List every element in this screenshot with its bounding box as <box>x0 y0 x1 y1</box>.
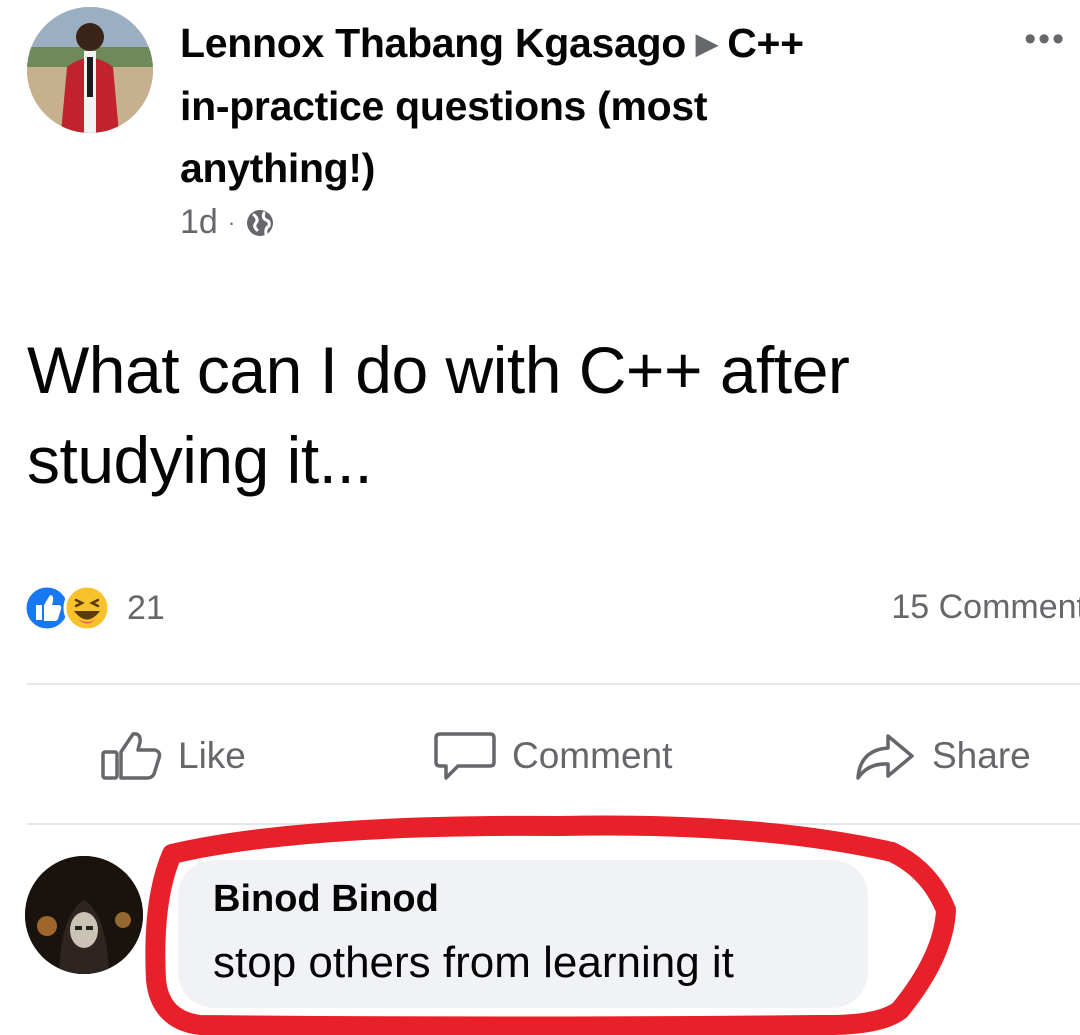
divider <box>27 683 1080 685</box>
share-label: Share <box>932 735 1031 776</box>
share-button[interactable]: Share <box>852 720 1031 792</box>
post-time[interactable]: 1d <box>180 203 218 242</box>
author-avatar[interactable] <box>27 7 153 133</box>
group-name-cont[interactable]: in-practice questions (most <box>180 83 708 129</box>
author-photo <box>27 7 153 133</box>
post-body-line: studying it... <box>27 423 373 497</box>
more-options-button[interactable]: ••• <box>1024 20 1066 59</box>
like-label: Like <box>178 735 246 776</box>
comment-button[interactable]: Comment <box>432 720 672 792</box>
reaction-count: 21 <box>127 588 165 627</box>
post-body-line: What can I do with C++ after <box>27 333 850 407</box>
commenter-name[interactable]: Binod Binod <box>213 878 439 921</box>
globe-icon <box>247 209 274 236</box>
meta-separator: · <box>227 209 236 235</box>
comment-text: stop others from learning it <box>213 938 734 987</box>
post-meta: 1d · <box>180 203 275 242</box>
share-icon <box>856 734 914 780</box>
comment-icon <box>434 732 496 780</box>
like-button[interactable]: Like <box>100 720 246 792</box>
group-name[interactable]: C++ <box>727 20 804 66</box>
thumbs-up-icon <box>101 732 162 780</box>
author-name[interactable]: Lennox Thabang Kgasago <box>180 20 686 66</box>
like-reaction-icon <box>23 584 71 632</box>
group-name-end[interactable]: anything!) <box>180 145 375 191</box>
commenter-photo <box>25 856 143 974</box>
arrow-icon: ▶ <box>695 28 718 59</box>
haha-reaction-icon <box>63 584 111 632</box>
reaction-summary[interactable]: 21 <box>23 584 165 632</box>
comment-count[interactable]: 15 Comment <box>891 588 1080 627</box>
commenter-avatar[interactable] <box>25 856 143 974</box>
divider <box>27 823 1080 825</box>
comment-label: Comment <box>512 735 673 776</box>
post-actions: Like Comment Share <box>0 720 1080 792</box>
post-body: What can I do with C++ after studying it… <box>27 325 1067 505</box>
reaction-icons <box>23 584 111 632</box>
post-header-title: Lennox Thabang Kgasago ▶ C++ in-practice q… <box>180 12 900 199</box>
